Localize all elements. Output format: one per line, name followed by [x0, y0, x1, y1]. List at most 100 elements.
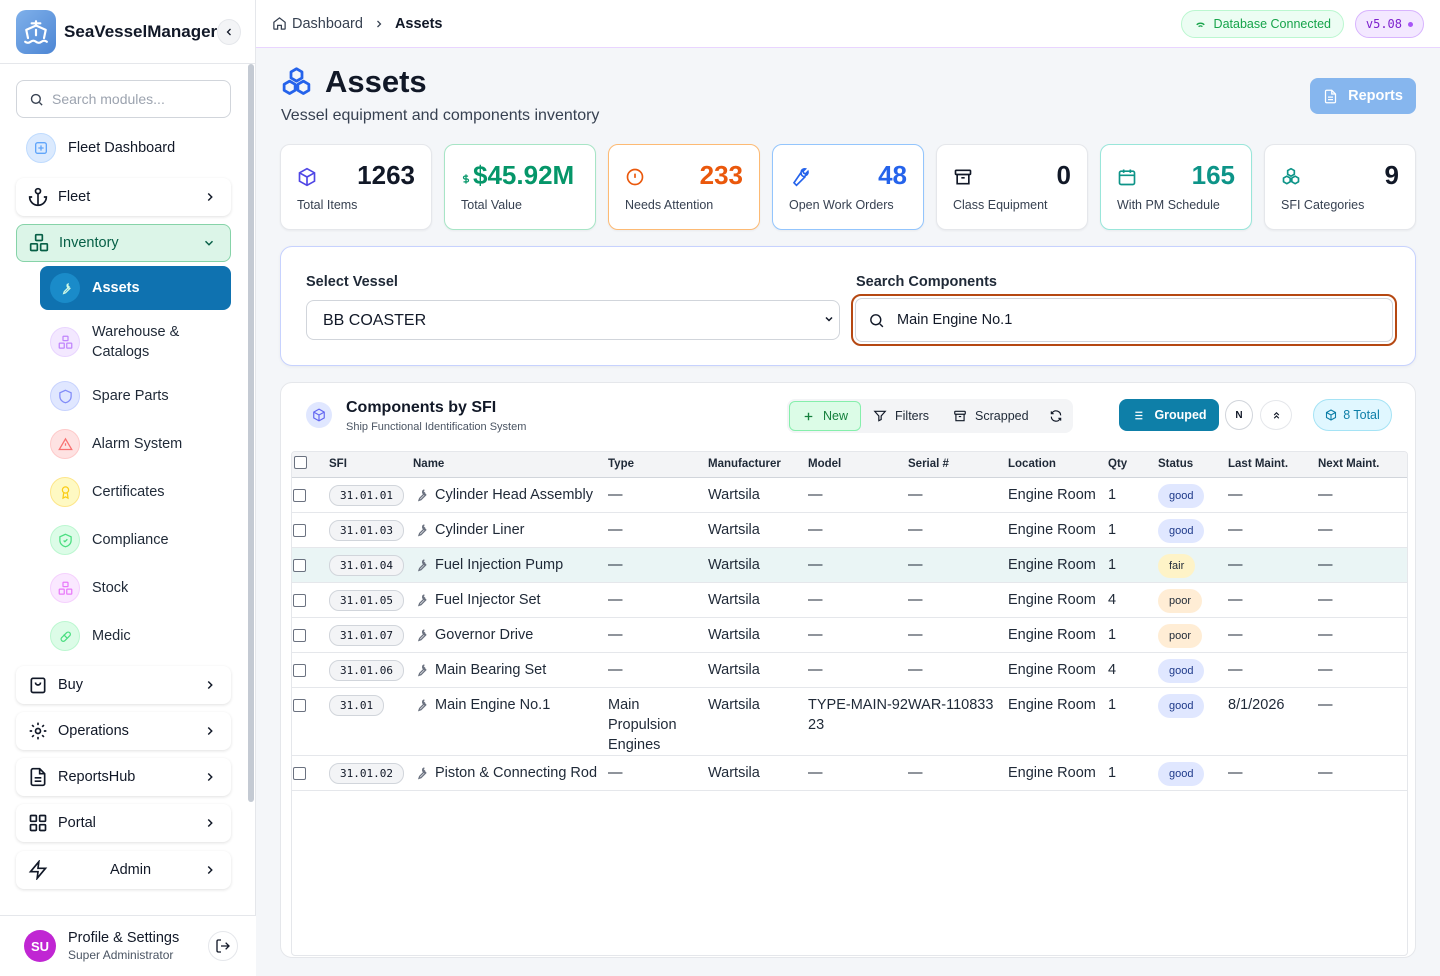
component-qty: 1	[1108, 512, 1158, 548]
nav-group-inventory-label: Inventory	[59, 235, 119, 251]
sidebar-scrollbar[interactable]	[248, 64, 254, 802]
component-last-maint: —	[1228, 755, 1318, 791]
stat-label: Open Work Orders	[789, 198, 894, 212]
table-row[interactable]: 31.01 Main Engine No.1 Main Propulsion Eng…	[292, 687, 1407, 756]
component-name[interactable]: Cylinder Head Assembly	[435, 485, 593, 505]
filter-card: Select Vessel BB COASTER Search Componen…	[280, 246, 1416, 366]
stat-value: 233	[699, 160, 743, 190]
column-header-last-maint[interactable]: Last Maint.	[1228, 452, 1318, 478]
database-status-text: Database Connected	[1213, 17, 1331, 31]
collapse-all-button[interactable]	[1260, 400, 1292, 430]
gear-icon	[29, 722, 47, 740]
sidebar-item-alarm-system[interactable]: Alarm System	[40, 424, 231, 464]
breadcrumb-dashboard-link[interactable]: Dashboard	[292, 16, 363, 32]
filters-button[interactable]: Filters	[861, 401, 941, 431]
sidebar-item-certificates[interactable]: Certificates	[40, 472, 231, 512]
grid-icon	[29, 814, 47, 832]
component-model: —	[808, 617, 908, 653]
collapse-sidebar-button[interactable]	[217, 18, 241, 45]
refresh-button[interactable]	[1041, 401, 1071, 431]
component-name[interactable]: Piston & Connecting Rod	[435, 763, 597, 783]
reports-button[interactable]: Reports	[1310, 78, 1416, 114]
select-all-checkbox[interactable]	[294, 456, 307, 470]
vessel-select[interactable]: BB COASTER	[306, 300, 840, 340]
nav-group-fleet[interactable]: Fleet	[16, 178, 231, 216]
table-row[interactable]: 31.01.04 Fuel Injection Pump — Wartsila — — En…	[292, 547, 1407, 583]
row-checkbox[interactable]	[293, 488, 306, 502]
sidebar-item-medic[interactable]: Medic	[40, 616, 231, 656]
nav-group-admin[interactable]: Admin	[16, 851, 231, 889]
sidebar-item-compliance[interactable]: Compliance	[40, 520, 231, 560]
status-badge: poor	[1158, 588, 1203, 613]
row-checkbox[interactable]	[293, 523, 306, 537]
component-last-maint: —	[1228, 582, 1318, 618]
nav-group-portal[interactable]: Portal	[16, 804, 231, 842]
search-components-focus-ring	[851, 294, 1397, 346]
column-header-manufacturer[interactable]: Manufacturer	[708, 452, 808, 478]
search-components-input[interactable]	[897, 312, 1377, 328]
archive-icon	[953, 167, 973, 190]
table-row[interactable]: 31.01.01 Cylinder Head Assembly — Wartsila —…	[292, 477, 1407, 513]
table-row[interactable]: 31.01.07 Governor Drive — Wartsila — — Engine …	[292, 617, 1407, 653]
column-header-type[interactable]: Type	[608, 452, 708, 478]
sidebar-item-stock[interactable]: Stock	[40, 568, 231, 608]
n-toggle-button[interactable]: N	[1225, 400, 1253, 430]
component-serial: —	[908, 547, 1008, 583]
table-row[interactable]: 31.01.05 Fuel Injector Set — Wartsila — — Engi…	[292, 582, 1407, 618]
wrench-icon	[417, 558, 427, 571]
sidebar-item-warehouse[interactable]: Warehouse & Catalogs	[40, 322, 231, 362]
wrench-icon	[789, 167, 809, 190]
column-header-status[interactable]: Status	[1158, 452, 1228, 478]
stat-label: Total Value	[461, 198, 522, 212]
column-header-qty[interactable]: Qty	[1108, 452, 1158, 478]
row-checkbox[interactable]	[293, 766, 306, 780]
grouped-view-button[interactable]: Grouped	[1119, 399, 1219, 431]
new-component-button[interactable]: New	[789, 401, 862, 431]
column-header-serial[interactable]: Serial #	[908, 452, 1008, 478]
row-checkbox[interactable]	[293, 698, 306, 712]
nav-group-inventory[interactable]: Inventory	[16, 224, 231, 262]
plus-icon	[804, 412, 813, 420]
row-checkbox[interactable]	[293, 663, 306, 677]
page-title: Assets	[325, 64, 427, 99]
boxes-icon	[282, 66, 311, 95]
table-row[interactable]: 31.01.06 Main Bearing Set — Wartsila — — Engin…	[292, 652, 1407, 688]
component-name[interactable]: Governor Drive	[435, 625, 533, 645]
component-name[interactable]: Main Bearing Set	[435, 660, 546, 680]
column-header-model[interactable]: Model	[808, 452, 908, 478]
component-name[interactable]: Main Engine No.1	[435, 695, 550, 715]
component-serial: —	[908, 652, 1008, 688]
profile-section[interactable]: SU Profile & Settings Super Administrato…	[0, 915, 256, 976]
component-next-maint: —	[1318, 477, 1407, 513]
table-row[interactable]: 31.01.03 Cylinder Liner — Wartsila — — Engine …	[292, 512, 1407, 548]
brand-header: SeaVesselManager	[0, 0, 255, 64]
column-header-next-maint[interactable]: Next Maint.	[1318, 452, 1407, 478]
sidebar: SeaVesselManager Fleet Dashboard Fleet I…	[0, 0, 256, 976]
module-search-input[interactable]	[52, 91, 212, 107]
scrapped-button[interactable]: Scrapped	[941, 401, 1041, 431]
component-name[interactable]: Cylinder Liner	[435, 520, 524, 540]
row-checkbox[interactable]	[293, 558, 306, 572]
row-checkbox[interactable]	[293, 593, 306, 607]
nav-group-operations[interactable]: Operations	[16, 712, 231, 750]
file-text-icon	[30, 767, 46, 787]
list-icon	[1133, 411, 1143, 419]
component-type: —	[608, 617, 708, 653]
component-model: —	[808, 512, 908, 548]
row-checkbox[interactable]	[293, 628, 306, 642]
sidebar-item-spare-parts[interactable]: Spare Parts	[40, 376, 231, 416]
column-header-name[interactable]: Name	[413, 452, 608, 478]
status-badge: good	[1158, 483, 1205, 508]
nav-group-reportshub[interactable]: ReportsHub	[16, 758, 231, 796]
logout-icon	[216, 939, 230, 953]
column-header-sfi[interactable]: SFI	[329, 452, 413, 478]
wrench-icon	[417, 488, 427, 501]
logout-button[interactable]	[208, 931, 238, 961]
component-name[interactable]: Fuel Injector Set	[435, 590, 541, 610]
nav-group-buy[interactable]: Buy	[16, 666, 231, 704]
component-name[interactable]: Fuel Injection Pump	[435, 555, 563, 575]
table-row[interactable]: 31.01.02 Piston & Connecting Rod — Wartsila…	[292, 755, 1407, 791]
column-header-location[interactable]: Location	[1008, 452, 1108, 478]
sidebar-item-assets[interactable]: Assets	[40, 266, 231, 310]
nav-fleet-dashboard[interactable]: Fleet Dashboard	[16, 128, 231, 168]
